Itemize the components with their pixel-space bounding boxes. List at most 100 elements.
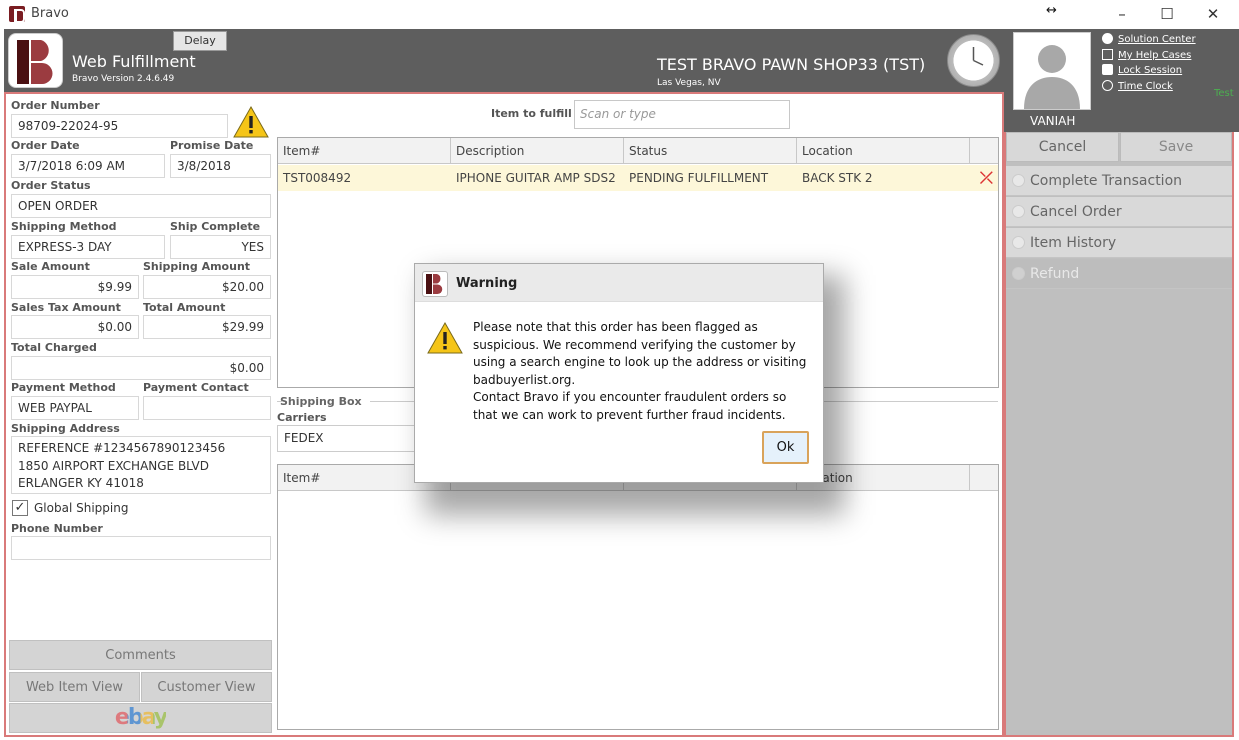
save-button[interactable]: Save — [1120, 132, 1232, 162]
refund-button[interactable]: Refund — [1006, 259, 1232, 289]
cancel-order-label: Cancel Order — [1030, 204, 1122, 220]
shipping-method-label: Shipping Method — [11, 220, 117, 233]
app-name: Web Fulfillment — [72, 52, 196, 71]
shipping-address-field[interactable]: REFERENCE #1234567890123456 1850 AIRPORT… — [11, 436, 271, 494]
cancel-order-button[interactable]: Cancel Order — [1006, 197, 1232, 227]
help-icon — [1102, 33, 1113, 44]
ship-complete-field[interactable]: YES — [170, 235, 271, 259]
comments-button[interactable]: Comments — [9, 640, 272, 670]
web-item-view-button[interactable]: Web Item View — [9, 672, 140, 702]
close-button[interactable]: ✕ — [1203, 4, 1223, 24]
side-note: Test — [1214, 88, 1234, 99]
dialog-title: Warning — [456, 276, 518, 291]
promise-date-field[interactable]: 3/8/2018 — [170, 154, 271, 178]
total-amount-label: Total Amount — [143, 301, 226, 314]
bravo-logo-small — [422, 271, 448, 297]
address-line: REFERENCE #1234567890123456 — [18, 441, 226, 455]
bravo-logo — [8, 33, 63, 88]
sales-tax-field[interactable]: $0.00 — [11, 315, 139, 339]
dialog-message: Please note that this order has been fla… — [473, 319, 808, 424]
payment-contact-field[interactable] — [143, 396, 271, 420]
total-charged-field[interactable]: $0.00 — [11, 356, 271, 380]
complete-transaction-label: Complete Transaction — [1030, 173, 1183, 189]
dialog-message-paragraph: Please note that this order has been fla… — [473, 320, 807, 387]
order-number-label: Order Number — [11, 99, 100, 112]
items-grid-header: Item# Description Status Location — [278, 138, 998, 164]
shop-name: TEST BRAVO PAWN SHOP33 (TST) — [657, 55, 926, 74]
shipping-amount-label: Shipping Amount — [143, 260, 251, 273]
dialog-message-paragraph: Contact Bravo if you encounter fraudulen… — [473, 390, 787, 422]
radio-icon — [1012, 236, 1025, 249]
radio-icon — [1012, 267, 1025, 280]
my-help-cases-link[interactable]: My Help Cases — [1102, 49, 1191, 61]
warning-dialog: Warning Please note that this order has … — [414, 263, 824, 483]
column-header-status[interactable]: Status — [624, 138, 797, 164]
item-history-label: Item History — [1030, 235, 1117, 251]
radio-icon — [1012, 174, 1025, 187]
order-number-field[interactable]: 98709-22024-95 — [11, 114, 228, 138]
table-row[interactable]: TST008492 IPHONE GUITAR AMP SDS2 PENDING… — [278, 165, 998, 191]
total-charged-label: Total Charged — [11, 341, 97, 354]
column-header-location[interactable]: Location — [797, 138, 970, 164]
order-status-label: Order Status — [11, 179, 91, 192]
resize-cursor-icon: ↔ — [1046, 3, 1057, 18]
sale-amount-field[interactable]: $9.99 — [11, 275, 139, 299]
refund-label: Refund — [1030, 266, 1080, 282]
shipping-divider — [277, 401, 283, 402]
carrier-select[interactable]: FEDEX — [277, 425, 427, 452]
address-line: ERLANGER KY 41018 — [18, 476, 144, 490]
warning-icon — [233, 105, 269, 141]
shipping-method-field[interactable]: EXPRESS-3 DAY — [11, 235, 165, 259]
order-date-label: Order Date — [11, 139, 80, 152]
cell-status: PENDING FULFILLMENT — [629, 171, 769, 185]
complete-transaction-button[interactable]: Complete Transaction — [1006, 166, 1232, 196]
app-icon — [9, 6, 25, 23]
time-clock-label: Time Clock — [1118, 81, 1173, 92]
phone-number-label: Phone Number — [11, 522, 103, 535]
delay-button[interactable]: Delay — [173, 31, 227, 51]
payment-contact-label: Payment Contact — [143, 381, 249, 394]
column-header-description[interactable]: Description — [451, 138, 624, 164]
solution-center-label: Solution Center — [1118, 34, 1196, 45]
ebay-logo: ebay — [114, 705, 168, 730]
app-version: Bravo Version 2.4.6.49 — [72, 74, 175, 84]
ship-complete-label: Ship Complete — [170, 220, 261, 233]
shipping-box-label: Shipping Box — [280, 395, 362, 408]
user-name: VANIAH — [1030, 114, 1076, 128]
order-date-field[interactable]: 3/7/2018 6:09 AM — [11, 154, 165, 178]
window-title: Bravo — [31, 6, 69, 21]
payment-method-label: Payment Method — [11, 381, 116, 394]
global-shipping-checkbox[interactable]: ✓ — [12, 500, 28, 516]
sales-tax-label: Sales Tax Amount — [11, 301, 121, 314]
lock-session-link[interactable]: Lock Session — [1102, 64, 1182, 76]
my-help-cases-label: My Help Cases — [1118, 50, 1192, 61]
item-to-fulfill-input[interactable]: Scan or type — [574, 100, 790, 129]
ok-button[interactable]: Ok — [762, 431, 809, 464]
maximize-button[interactable]: ☐ — [1157, 4, 1177, 24]
cell-item: TST008492 — [283, 171, 352, 185]
column-header-item[interactable]: Item# — [278, 138, 451, 164]
shop-location: Las Vegas, NV — [657, 78, 721, 88]
folder-icon — [1102, 49, 1113, 60]
lock-session-label: Lock Session — [1118, 65, 1183, 76]
time-clock-link[interactable]: Time Clock — [1102, 80, 1173, 92]
cell-description: IPHONE GUITAR AMP SDS2 — [456, 171, 616, 185]
total-amount-field[interactable]: $29.99 — [143, 315, 271, 339]
cancel-button[interactable]: Cancel — [1006, 132, 1119, 162]
phone-number-field[interactable] — [11, 536, 271, 560]
item-history-button[interactable]: Item History — [1006, 228, 1232, 258]
shipping-amount-field[interactable]: $20.00 — [143, 275, 271, 299]
cell-location: BACK STK 2 — [802, 171, 873, 185]
radio-icon — [1012, 205, 1025, 218]
payment-method-field[interactable]: WEB PAYPAL — [11, 396, 139, 420]
order-status-field[interactable]: OPEN ORDER — [11, 194, 271, 218]
clock-icon[interactable] — [947, 34, 1000, 87]
carriers-label: Carriers — [277, 411, 327, 424]
remove-item-icon[interactable]: ⤫ — [975, 165, 993, 191]
customer-view-button[interactable]: Customer View — [141, 672, 272, 702]
item-to-fulfill-label: Item to fulfill — [491, 107, 572, 120]
minimize-button[interactable]: – — [1112, 4, 1132, 24]
ebay-button[interactable]: ebay — [9, 703, 272, 733]
solution-center-link[interactable]: Solution Center — [1102, 33, 1196, 45]
promise-date-label: Promise Date — [170, 139, 254, 152]
